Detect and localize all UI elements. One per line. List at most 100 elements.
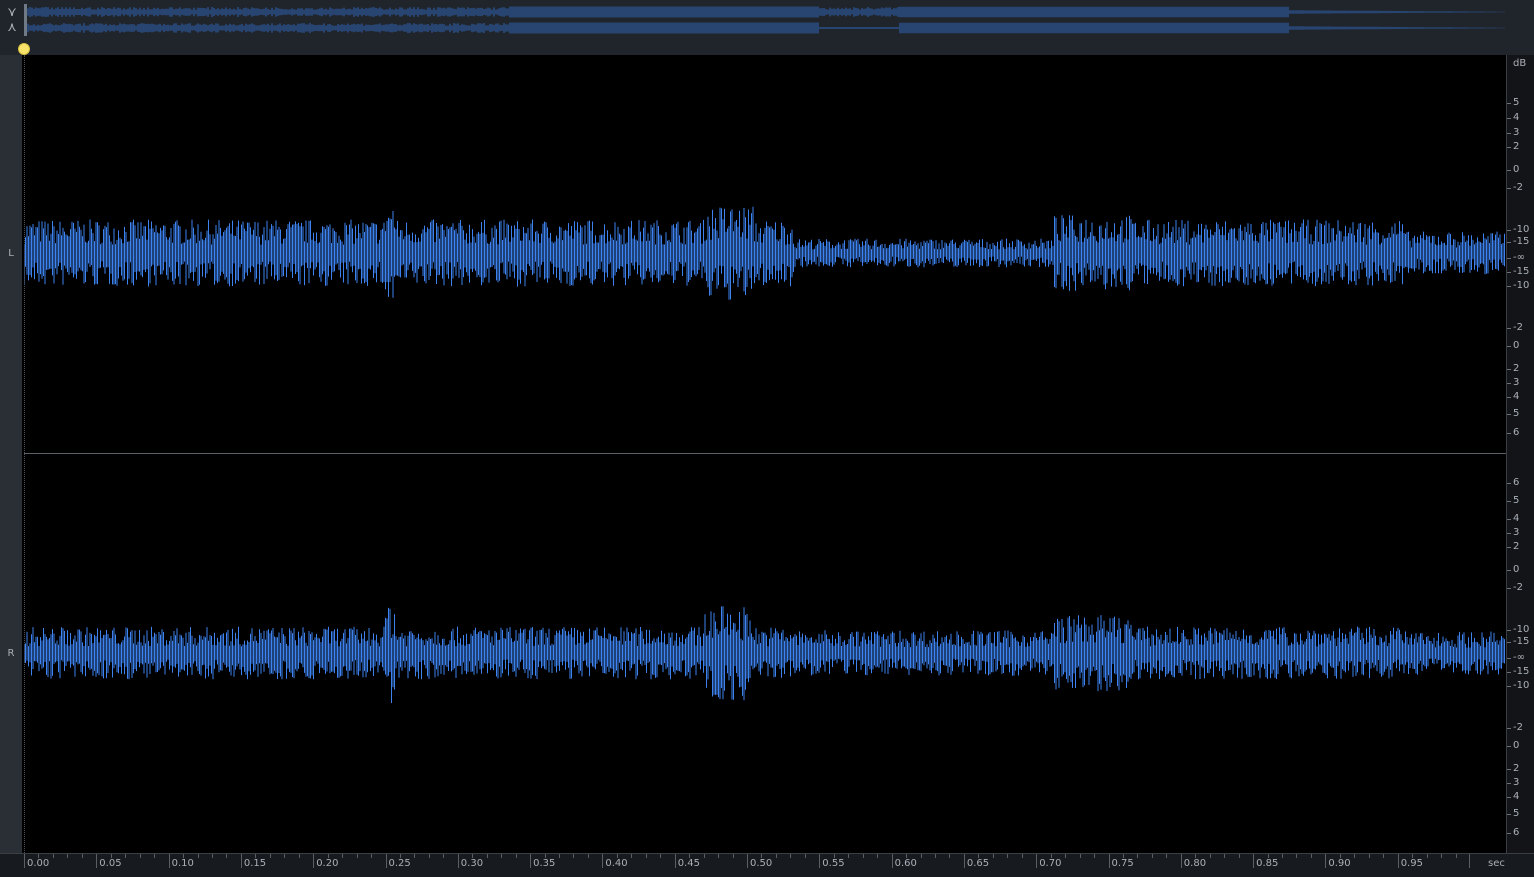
time-label: 0.85	[1256, 858, 1279, 869]
channel-label-left[interactable]: L	[0, 248, 22, 259]
time-minor-tick	[1166, 854, 1168, 858]
time-minor-tick	[1310, 854, 1312, 858]
db-tick	[1507, 346, 1511, 347]
waveform-right-channel[interactable]	[24, 455, 1506, 853]
db-label: 5	[1513, 808, 1520, 819]
overview-waveform[interactable]	[24, 4, 1506, 36]
time-minor-tick	[81, 854, 83, 858]
time-label: 0.40	[605, 858, 628, 869]
time-label: 0.60	[894, 858, 917, 869]
time-tick	[530, 854, 532, 868]
time-minor-tick	[559, 854, 561, 858]
time-ruler[interactable]: 0.00 0.05 0.10 0.15 0.20 0.25 0.30 0.35 0.40 0.45…	[0, 853, 1534, 877]
time-tick	[819, 854, 821, 868]
time-minor-tick	[501, 854, 503, 858]
time-minor-tick	[1151, 854, 1153, 858]
time-tick	[168, 854, 170, 868]
time-minor-tick	[356, 854, 358, 858]
overview-left-channel-wave	[24, 6, 1505, 18]
db-label: -∞	[1513, 252, 1525, 263]
channel-label-bar: L R	[0, 55, 22, 853]
db-tick	[1507, 814, 1511, 815]
time-tick	[891, 854, 893, 868]
overview-view-handle[interactable]	[24, 4, 27, 36]
time-label: 0.15	[243, 858, 267, 869]
time-minor-tick	[775, 854, 777, 858]
time-minor-tick	[573, 854, 575, 858]
time-minor-tick	[428, 854, 430, 858]
playhead-marker-icon[interactable]	[19, 44, 29, 54]
db-label: 4	[1513, 513, 1520, 524]
db-tick	[1507, 397, 1511, 398]
db-scale: dB 5 4 3 2 0 -2 -10 -15 -∞ -15 -10 -2 0 2 3 4 5 6 654320-…	[1506, 55, 1534, 853]
channel-label-right[interactable]: R	[0, 648, 22, 659]
time-minor-tick	[486, 854, 488, 858]
db-tick	[1507, 133, 1511, 134]
playhead-line	[24, 55, 25, 853]
time-label: 0.10	[171, 858, 194, 869]
db-label: 6	[1513, 477, 1520, 488]
time-minor-tick	[67, 854, 69, 858]
time-minor-tick	[848, 854, 850, 858]
db-tick	[1507, 746, 1511, 747]
db-tick	[1507, 833, 1511, 834]
time-label: 0.30	[460, 858, 484, 869]
time-label: 0.45	[677, 858, 700, 869]
db-label: 0	[1513, 164, 1520, 175]
time-minor-tick	[1354, 854, 1356, 858]
db-label: -2	[1513, 182, 1523, 193]
db-tick	[1507, 501, 1511, 502]
time-minor-tick	[804, 854, 806, 858]
time-label: 0.25	[388, 858, 411, 869]
overview-right-channel-wave	[24, 22, 1505, 34]
db-label: -2	[1513, 722, 1523, 733]
time-minor-tick	[197, 854, 199, 858]
time-label: 0.70	[1039, 858, 1062, 869]
time-minor-tick	[877, 854, 879, 858]
time-minor-tick	[1455, 854, 1457, 858]
db-tick	[1507, 383, 1511, 384]
time-minor-tick	[1079, 854, 1081, 858]
waveform-left-channel[interactable]	[24, 55, 1506, 453]
expand-overview-icon[interactable]: ⋏	[4, 21, 20, 35]
time-minor-tick	[443, 854, 445, 858]
db-tick	[1507, 483, 1511, 484]
time-tick	[674, 854, 676, 868]
db-label: 4	[1513, 791, 1520, 802]
time-tick	[240, 854, 242, 868]
db-tick	[1507, 103, 1511, 104]
time-tick	[24, 854, 25, 868]
time-minor-tick	[992, 854, 994, 858]
overview-wave-path	[24, 6, 1505, 18]
collapse-overview-icon[interactable]: ⋎	[4, 6, 20, 20]
time-minor-tick	[862, 854, 864, 858]
db-tick	[1507, 519, 1511, 520]
waveform-editor[interactable]	[24, 55, 1506, 853]
overview-waveform-strip[interactable]: ⋎ ⋏	[0, 0, 1534, 40]
time-minor-tick	[269, 854, 271, 858]
db-label: -10	[1513, 680, 1530, 691]
db-label: 5	[1513, 495, 1520, 506]
db-label: -10	[1513, 624, 1530, 635]
time-tick	[1036, 854, 1038, 868]
time-tick	[747, 854, 748, 868]
time-minor-tick	[226, 854, 228, 858]
db-unit-label: dB	[1513, 58, 1527, 69]
db-tick	[1507, 588, 1511, 589]
marker-strip[interactable]	[0, 40, 1534, 55]
time-minor-tick	[645, 854, 647, 858]
db-tick	[1507, 258, 1511, 259]
time-minor-tick	[371, 854, 373, 858]
time-tick	[1469, 854, 1470, 868]
waveform-left-path	[24, 206, 1505, 300]
db-tick	[1507, 147, 1511, 148]
time-tick	[1397, 854, 1399, 868]
time-minor-tick	[718, 854, 720, 858]
time-minor-tick	[125, 854, 127, 858]
db-label: -15	[1513, 266, 1530, 277]
time-tick	[1180, 854, 1182, 868]
time-minor-tick	[1238, 854, 1240, 858]
time-minor-tick	[1137, 854, 1139, 858]
db-tick	[1507, 286, 1511, 287]
db-tick	[1507, 728, 1511, 729]
